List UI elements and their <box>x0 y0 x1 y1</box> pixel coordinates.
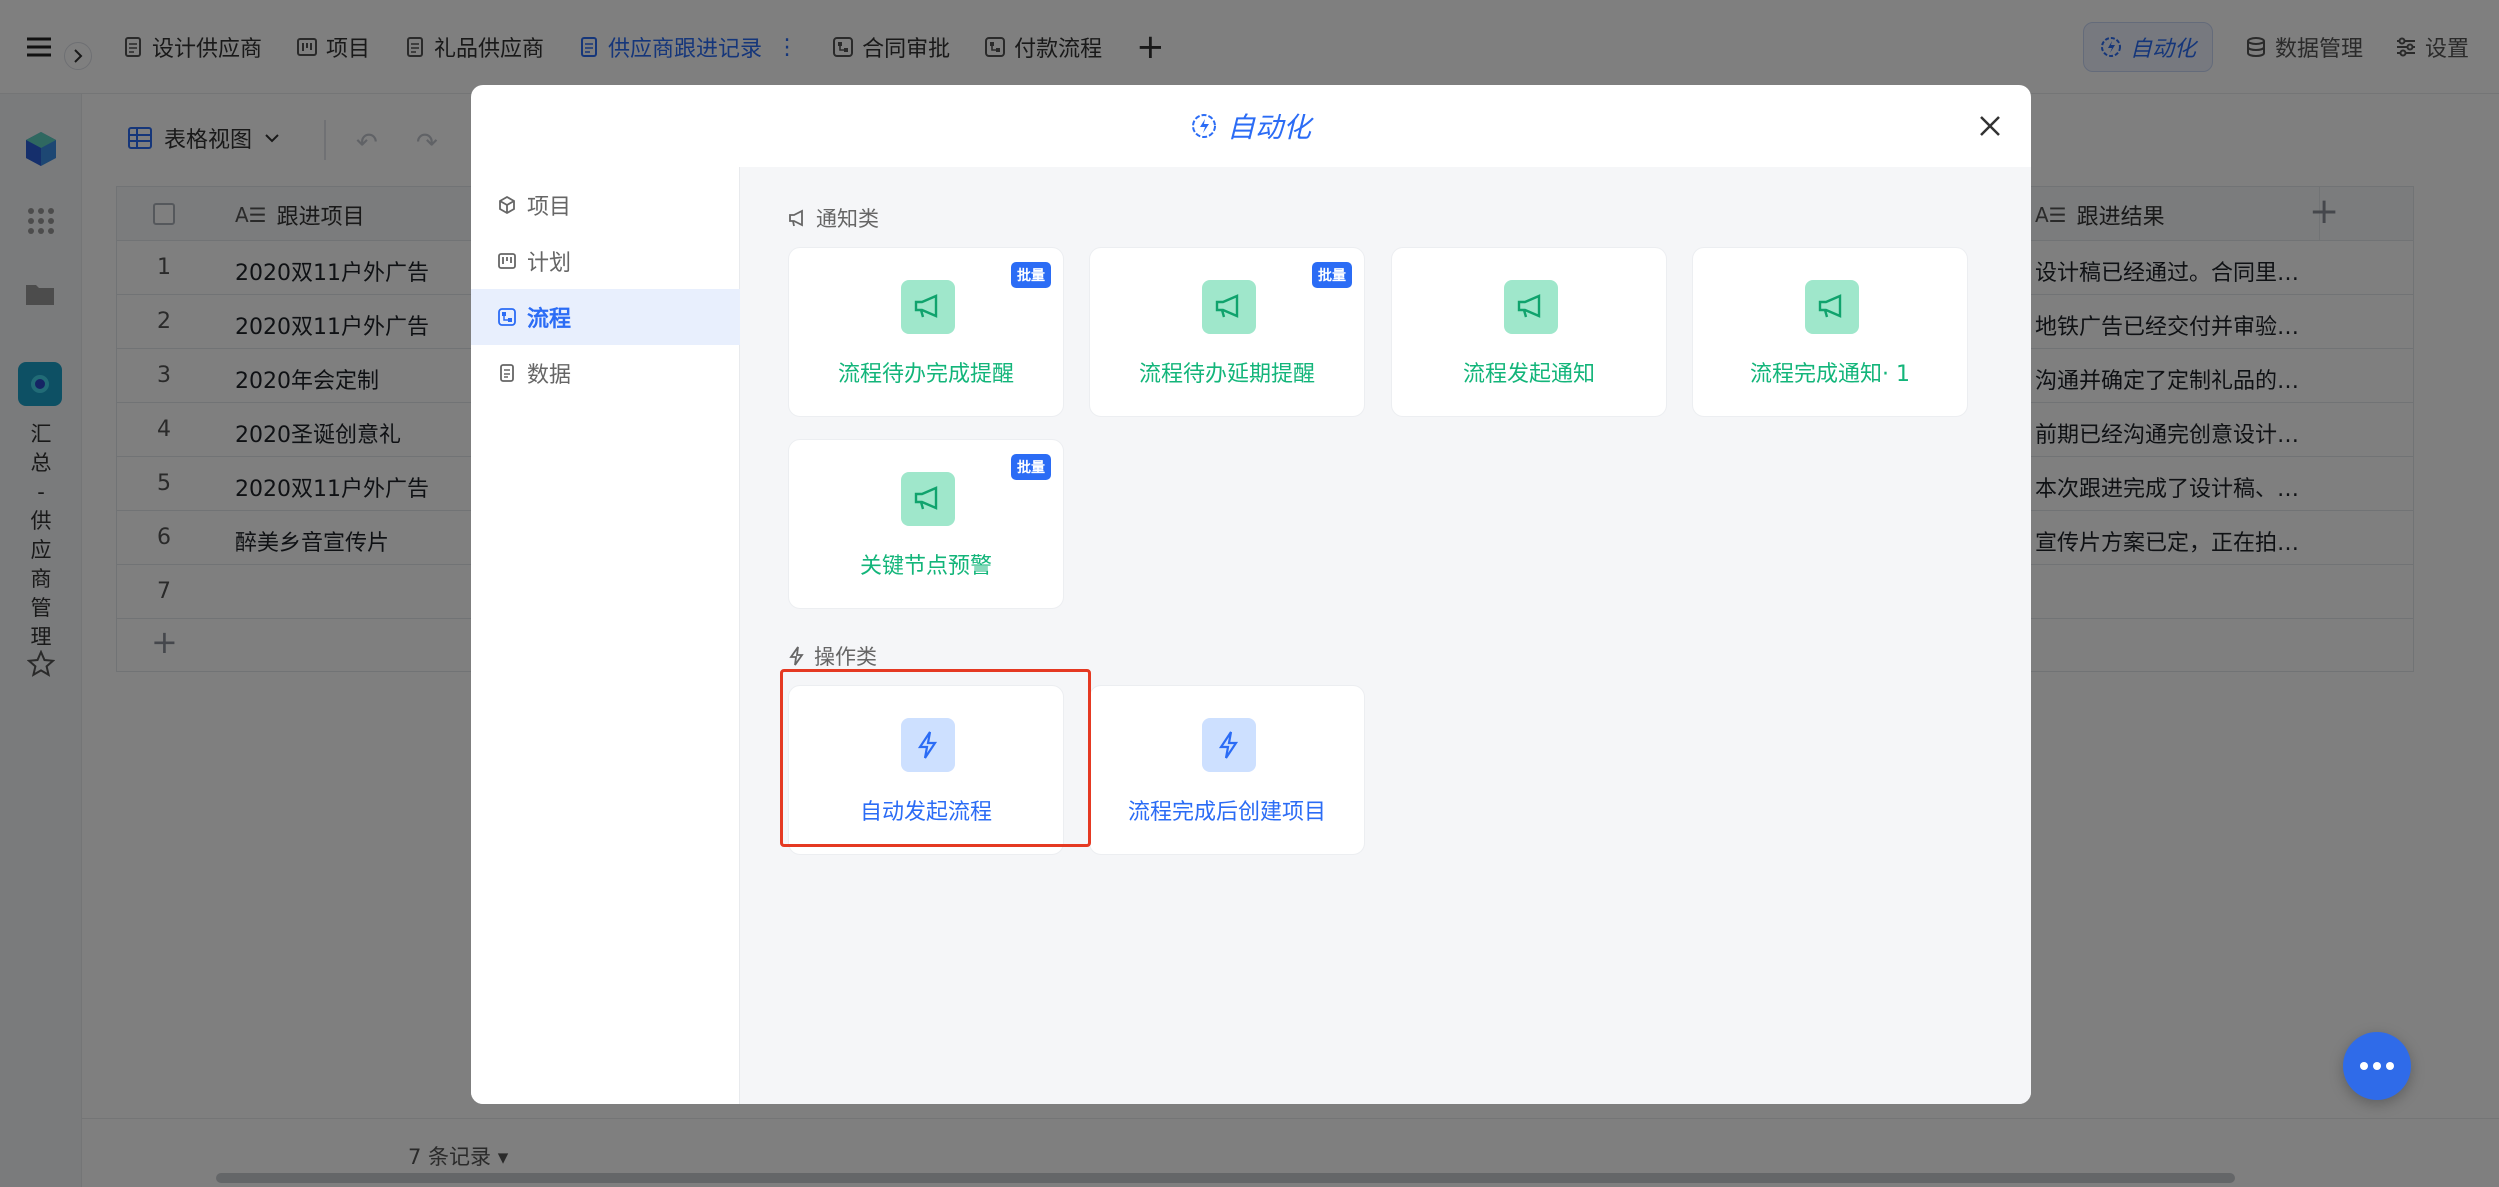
close-icon[interactable] <box>1975 111 2005 141</box>
nav-item-label: 项目 <box>527 195 572 220</box>
megaphone-icon <box>901 472 955 526</box>
template-card-label: 流程待办延期提醒 <box>1138 362 1315 387</box>
template-card-create-project-after-flow[interactable]: 流程完成后创建项目 <box>1089 685 1365 855</box>
section-title-notify: 通知类 <box>788 203 879 233</box>
template-card-label: 自动发起流程 <box>859 800 992 825</box>
section-title-action: 操作类 <box>788 641 877 671</box>
megaphone-icon <box>789 209 803 227</box>
template-card-label: 流程发起通知 <box>1462 362 1595 387</box>
nav-item-label: 计划 <box>527 251 572 276</box>
nav-item-plan[interactable]: 计划 <box>471 233 740 289</box>
template-card-label: 流程完成通知· 1 <box>1750 362 1910 387</box>
nav-item-label: 数据 <box>527 363 572 388</box>
megaphone-icon <box>1504 280 1558 334</box>
lightning-icon <box>901 718 955 772</box>
lightning-icon <box>1202 718 1256 772</box>
section-title-label: 通知类 <box>816 207 879 231</box>
nav-item-flow[interactable]: 流程 <box>471 289 740 345</box>
template-card-auto-start-flow[interactable]: 自动发起流程 <box>788 685 1064 855</box>
more-options-fab[interactable] <box>2343 1032 2411 1100</box>
nav-item-project[interactable]: 项目 <box>471 177 740 233</box>
nav-item-label: 流程 <box>527 307 572 332</box>
board-icon <box>498 253 516 269</box>
batch-badge: 批量 <box>1011 262 1051 288</box>
template-card-flow-start-notice[interactable]: 流程发起通知 <box>1391 247 1667 417</box>
megaphone-icon <box>901 280 955 334</box>
flow-icon <box>498 308 516 326</box>
lightning-icon <box>789 646 804 666</box>
section-title-label: 操作类 <box>814 645 877 669</box>
batch-badge: 批量 <box>1011 454 1051 480</box>
dialog-header: 自动化 <box>471 85 2031 167</box>
automation-icon <box>1191 114 1216 138</box>
template-card-todo-overdue-reminder[interactable]: 批量 流程待办延期提醒 <box>1089 247 1365 417</box>
nav-item-data[interactable]: 数据 <box>471 345 740 401</box>
template-card-label: 流程完成后创建项目 <box>1127 800 1326 825</box>
template-card-flow-complete-notice[interactable]: 流程完成通知· 1 <box>1692 247 1968 417</box>
automation-dialog: 自动化 项目 计划 流程 数据 通知类 批量 流程待办完成提醒 批量 流程待办延… <box>471 85 2031 1104</box>
batch-badge: 批量 <box>1312 262 1352 288</box>
cube-icon <box>499 195 515 215</box>
template-card-todo-complete-reminder[interactable]: 批量 流程待办完成提醒 <box>788 247 1064 417</box>
template-card-label: 流程待办完成提醒 <box>837 362 1014 387</box>
dialog-category-nav: 项目 计划 流程 数据 <box>471 167 740 1104</box>
template-card-key-node-alert[interactable]: 批量 关键节点预警 <box>788 439 1064 609</box>
megaphone-icon <box>1805 280 1859 334</box>
doc-icon <box>500 364 514 382</box>
dialog-title: 自动化 <box>1226 111 1311 144</box>
template-card-label: 关键节点预警 <box>859 554 992 579</box>
megaphone-icon <box>1202 280 1256 334</box>
automation-templates-panel: 通知类 批量 流程待办完成提醒 批量 流程待办延期提醒 流程发起通知 流程完成通… <box>740 167 2031 1104</box>
